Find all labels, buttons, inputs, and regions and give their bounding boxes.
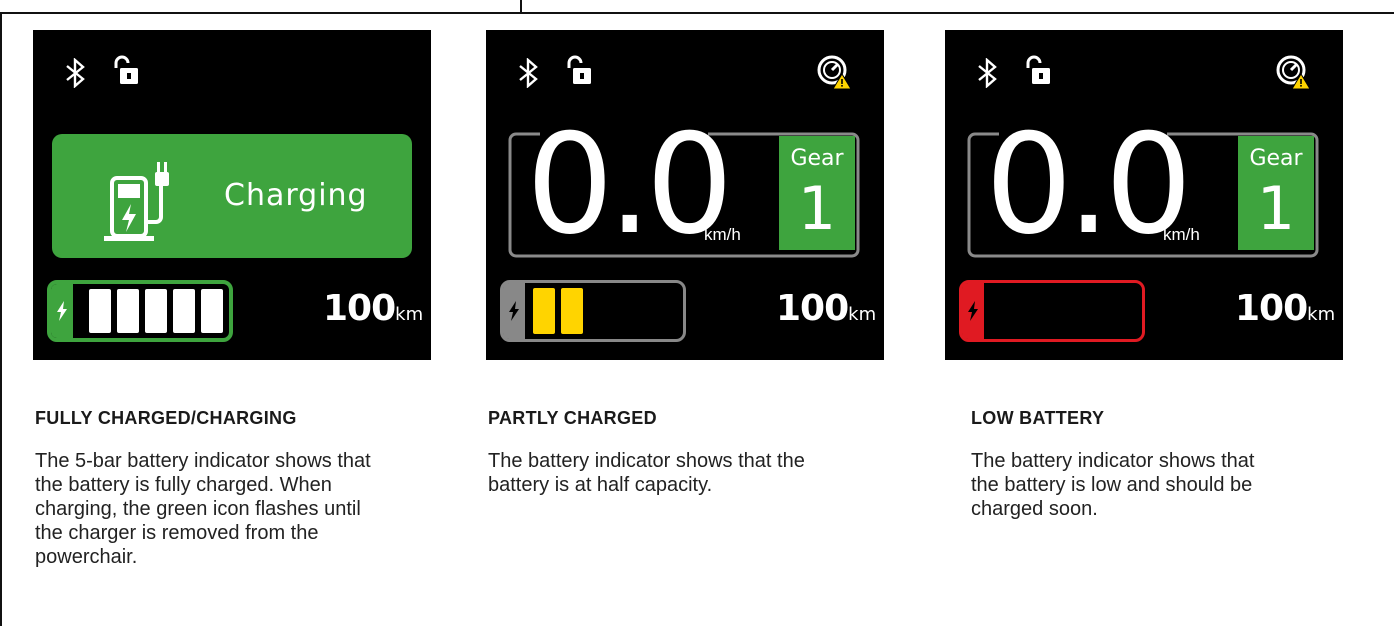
range-unit: km bbox=[848, 304, 877, 325]
unlock-icon bbox=[114, 55, 138, 84]
frame-tick-line bbox=[520, 0, 522, 14]
speed-value: 0.0 bbox=[985, 104, 1192, 265]
range-readout: 100km bbox=[1235, 288, 1335, 329]
battery-bar bbox=[89, 289, 111, 333]
unlock-icon bbox=[1026, 55, 1050, 84]
battery-bolt-tab bbox=[51, 284, 73, 338]
charging-status-card: Charging bbox=[52, 134, 412, 258]
display-screen-fully-charged: Charging 100km bbox=[33, 30, 431, 360]
battery-bar bbox=[117, 289, 139, 333]
gear-label: Gear bbox=[790, 146, 844, 171]
speed-value: 0.0 bbox=[526, 104, 733, 265]
speed-unit: km/h bbox=[1163, 225, 1200, 244]
caption-body: The battery indicator shows that the bat… bbox=[488, 450, 805, 496]
battery-bar bbox=[173, 289, 195, 333]
speed-unit: km/h bbox=[704, 225, 741, 244]
battery-bar bbox=[533, 288, 555, 334]
gear-indicator: Gear 1 bbox=[779, 136, 855, 250]
charging-station-icon bbox=[104, 162, 169, 241]
battery-bolt-tab bbox=[503, 283, 525, 339]
caption-partly-charged: PARTLY CHARGED The battery indicator sho… bbox=[488, 408, 868, 497]
charging-label: Charging bbox=[224, 178, 368, 213]
battery-indicator bbox=[500, 280, 686, 342]
gear-value: 1 bbox=[1256, 174, 1296, 244]
range-value: 100 bbox=[323, 288, 396, 329]
caption-body: The 5-bar battery indicator shows that t… bbox=[35, 450, 371, 568]
speed-limit-warning-icon bbox=[817, 55, 852, 90]
range-unit: km bbox=[395, 304, 424, 325]
battery-bolt-tab bbox=[962, 283, 984, 339]
range-unit: km bbox=[1307, 304, 1336, 325]
bluetooth-icon bbox=[519, 58, 538, 88]
bluetooth-icon bbox=[66, 58, 85, 88]
battery-indicator bbox=[959, 280, 1145, 342]
range-readout: 100km bbox=[776, 288, 876, 329]
lightning-bolt-icon bbox=[509, 301, 519, 321]
frame-left-line bbox=[0, 12, 2, 626]
caption-title: LOW BATTERY bbox=[971, 408, 1105, 428]
speed-limit-warning-icon bbox=[1276, 55, 1311, 90]
battery-indicator bbox=[47, 280, 233, 342]
caption-title: FULLY CHARGED/CHARGING bbox=[35, 408, 297, 428]
display-screen-partly-charged: 0.0 km/h Gear 1 100km bbox=[486, 30, 884, 360]
range-value: 100 bbox=[1235, 288, 1308, 329]
lightning-bolt-icon bbox=[57, 301, 67, 321]
range-readout: 100km bbox=[323, 288, 423, 329]
display-screen-low-battery: 0.0 km/h Gear 1 100km bbox=[945, 30, 1343, 360]
gear-indicator: Gear 1 bbox=[1238, 136, 1314, 250]
caption-low-battery: LOW BATTERY The battery indicator shows … bbox=[971, 408, 1351, 521]
lightning-bolt-icon bbox=[968, 301, 978, 321]
battery-bar bbox=[201, 289, 223, 333]
gear-value: 1 bbox=[797, 174, 837, 244]
frame-top-line bbox=[0, 12, 1394, 14]
battery-bar bbox=[561, 288, 583, 334]
caption-body: The battery indicator shows that the bat… bbox=[971, 450, 1255, 520]
caption-fully-charged: FULLY CHARGED/CHARGING The 5-bar battery… bbox=[35, 408, 415, 569]
caption-title: PARTLY CHARGED bbox=[488, 408, 657, 428]
unlock-icon bbox=[567, 55, 591, 84]
gear-label: Gear bbox=[1249, 146, 1303, 171]
range-value: 100 bbox=[776, 288, 849, 329]
battery-bar bbox=[145, 289, 167, 333]
bluetooth-icon bbox=[978, 58, 997, 88]
